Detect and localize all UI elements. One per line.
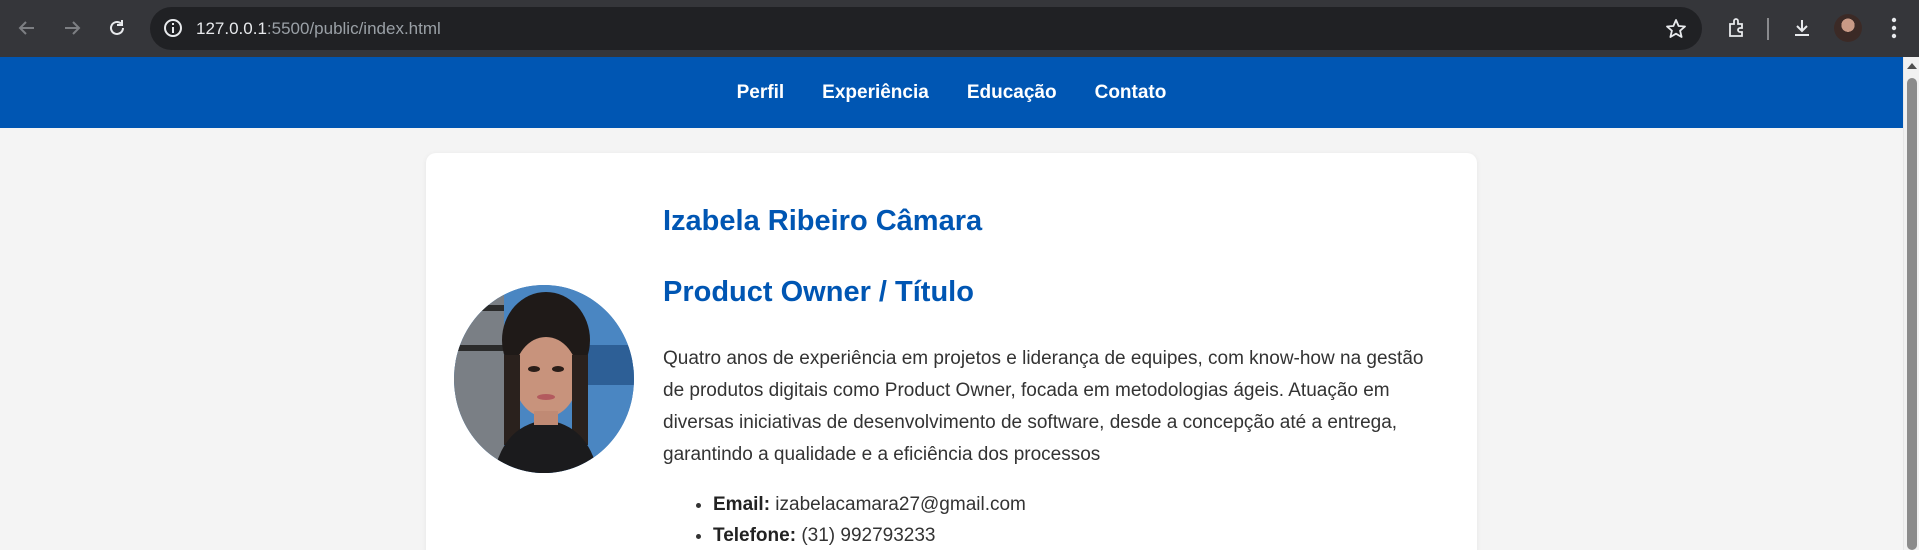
profile-photo	[454, 285, 634, 473]
kebab-menu-icon[interactable]	[1880, 14, 1908, 42]
browser-toolbar: 127.0.0.1:5500/public/index.html	[0, 0, 1919, 57]
download-icon[interactable]	[1788, 14, 1816, 42]
url-path: :5500/public/index.html	[266, 19, 441, 38]
forward-icon[interactable]	[58, 14, 86, 42]
bookmark-star-icon[interactable]	[1664, 17, 1688, 41]
back-icon[interactable]	[13, 14, 41, 42]
profile-name: Izabela Ribeiro Câmara	[663, 205, 983, 237]
contact-phone: Telefone: (31) 992793233	[713, 520, 1443, 550]
site-info-icon[interactable]	[162, 17, 184, 39]
nav-link-perfil[interactable]: Perfil	[737, 82, 785, 104]
scroll-up-arrow-icon[interactable]	[1907, 63, 1917, 69]
contact-email-value[interactable]: izabelacamara27@gmail.com	[770, 494, 1026, 515]
page-scrollbar[interactable]	[1903, 57, 1919, 550]
profile-card: Izabela Ribeiro Câmara Product Owner / T…	[426, 153, 1477, 550]
contact-phone-label: Telefone:	[713, 524, 797, 546]
nav-link-educacao[interactable]: Educação	[967, 82, 1057, 104]
nav-link-experiencia[interactable]: Experiência	[822, 82, 929, 104]
nav-link-contato[interactable]: Contato	[1095, 82, 1167, 104]
profile-avatar[interactable]	[1834, 14, 1862, 42]
contact-email: Email: izabelacamara27@gmail.com	[713, 489, 1443, 520]
scroll-thumb[interactable]	[1907, 78, 1917, 550]
address-bar[interactable]: 127.0.0.1:5500/public/index.html	[150, 7, 1702, 50]
profile-role: Product Owner / Título	[663, 276, 974, 309]
profile-bio: Quatro anos de experiência em projetos e…	[663, 347, 1424, 465]
url-host: 127.0.0.1	[196, 19, 267, 38]
contact-email-label: Email:	[713, 493, 771, 515]
contact-phone-value[interactable]: (31) 992793233	[796, 525, 935, 546]
reload-icon[interactable]	[103, 14, 131, 42]
extensions-icon[interactable]	[1724, 14, 1752, 42]
profile-content: Izabela Ribeiro Câmara Product Owner / T…	[663, 205, 1443, 550]
contact-list: Email: izabelacamara27@gmail.com Telefon…	[663, 489, 1443, 550]
url-text: 127.0.0.1:5500/public/index.html	[196, 19, 441, 39]
toolbar-separator	[1767, 18, 1769, 40]
site-nav: Perfil Experiência Educação Contato	[0, 57, 1903, 128]
